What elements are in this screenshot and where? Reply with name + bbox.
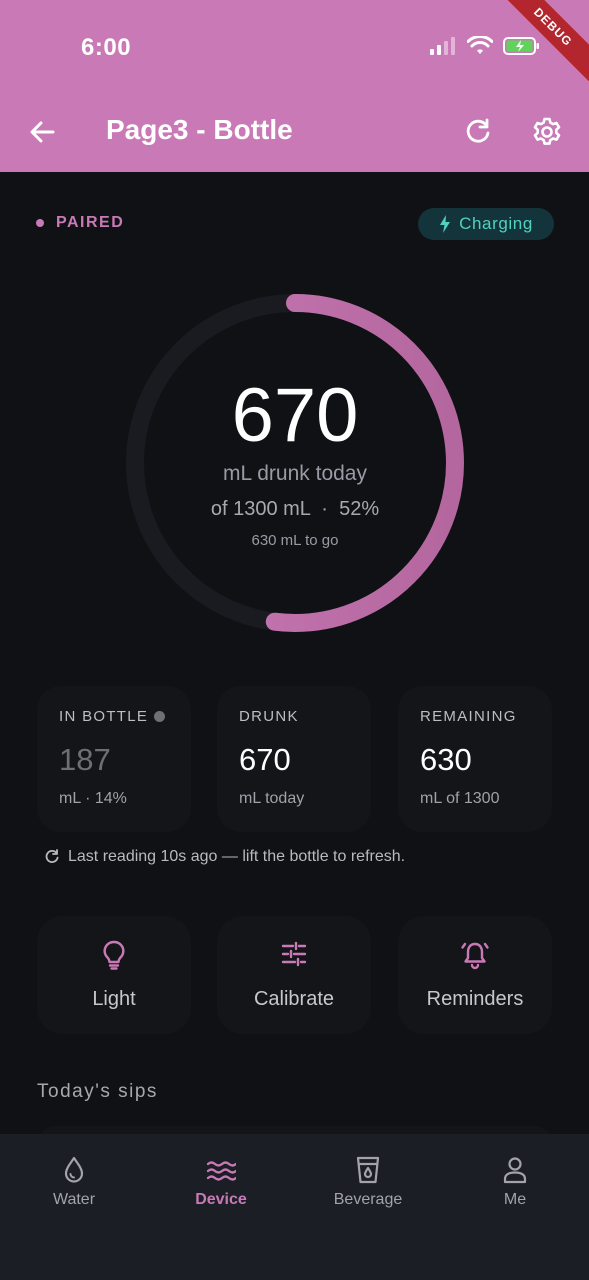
back-button[interactable] bbox=[26, 116, 58, 148]
stat-card-remaining: REMAINING 630 mL of 1300 bbox=[398, 686, 552, 832]
app-bar: 6:00 DEBUG Page3 - Bottle bbox=[0, 0, 589, 172]
nav-device-label: Device bbox=[195, 1191, 247, 1208]
nav-me[interactable]: Me bbox=[455, 1155, 575, 1209]
nav-device[interactable]: Device bbox=[161, 1155, 281, 1209]
charging-badge: Charging bbox=[418, 208, 554, 240]
nav-water[interactable]: Water bbox=[14, 1155, 134, 1209]
refresh-button[interactable] bbox=[463, 117, 493, 147]
nav-beverage[interactable]: Beverage bbox=[308, 1155, 428, 1209]
nav-me-label: Me bbox=[503, 1191, 527, 1208]
person-icon bbox=[503, 1157, 527, 1184]
nav-beverage-label: Beverage bbox=[333, 1191, 403, 1208]
stat-label: IN BOTTLE bbox=[59, 708, 149, 725]
goal-percent: 52% bbox=[339, 498, 380, 520]
light-button[interactable]: Light bbox=[37, 916, 191, 1034]
stale-indicator-icon bbox=[154, 711, 166, 722]
paired-status: PAIRED bbox=[36, 214, 124, 232]
calibrate-button[interactable]: Calibrate bbox=[217, 916, 371, 1034]
last-reading: Last reading 10s ago — lift the bottle t… bbox=[44, 848, 405, 866]
stat-sub: mL · 14% bbox=[59, 790, 127, 807]
paired-dot-icon bbox=[36, 219, 44, 227]
battery-charging-icon bbox=[503, 37, 539, 55]
reminders-button[interactable]: Reminders bbox=[398, 916, 552, 1034]
stat-card-drunk: DRUNK 670 mL today bbox=[217, 686, 371, 832]
signal-icon bbox=[430, 37, 455, 55]
cup-icon bbox=[356, 1156, 380, 1184]
settings-button[interactable] bbox=[531, 116, 563, 148]
goal-line: of 1300 mL · 52% bbox=[210, 498, 380, 520]
wifi-icon bbox=[467, 36, 493, 54]
calibrate-label: Calibrate bbox=[253, 988, 335, 1010]
stat-sub: mL today bbox=[239, 790, 305, 807]
paired-label: PAIRED bbox=[56, 214, 125, 231]
stat-card-in-bottle: IN BOTTLE 187 mL · 14% bbox=[37, 686, 191, 832]
todays-sips-heading: Today's sips bbox=[37, 1081, 158, 1102]
stat-value: 187 bbox=[59, 742, 111, 777]
stat-label: REMAINING bbox=[420, 708, 517, 725]
sliders-icon bbox=[281, 941, 307, 967]
progress-summary: 670 mL drunk today of 1300 mL · 52% 630 … bbox=[118, 286, 472, 640]
bolt-icon bbox=[440, 215, 451, 233]
goal-text: of 1300 mL bbox=[210, 498, 311, 520]
stat-sub: mL of 1300 bbox=[420, 790, 500, 807]
lightbulb-icon bbox=[103, 940, 125, 970]
drunk-amount: 670 bbox=[231, 373, 359, 458]
alarm-bell-icon bbox=[461, 942, 489, 970]
last-reading-text: Last reading 10s ago — lift the bottle t… bbox=[68, 848, 406, 865]
reminders-label: Reminders bbox=[426, 988, 524, 1010]
refresh-small-icon bbox=[45, 849, 59, 863]
stat-value: 670 bbox=[239, 742, 291, 777]
light-label: Light bbox=[92, 988, 136, 1010]
stat-value: 630 bbox=[420, 742, 472, 777]
waves-icon bbox=[206, 1161, 236, 1181]
water-drop-icon bbox=[64, 1156, 84, 1183]
status-time: 6:00 bbox=[81, 34, 132, 61]
status-icons bbox=[429, 36, 541, 56]
remaining-to-go: 630 mL to go bbox=[251, 532, 339, 549]
drunk-unit-label: mL drunk today bbox=[223, 462, 367, 485]
charging-label: Charging bbox=[459, 214, 533, 233]
stat-label: DRUNK bbox=[239, 708, 299, 725]
nav-water-label: Water bbox=[52, 1191, 96, 1208]
page-title: Page3 - Bottle bbox=[106, 114, 293, 145]
